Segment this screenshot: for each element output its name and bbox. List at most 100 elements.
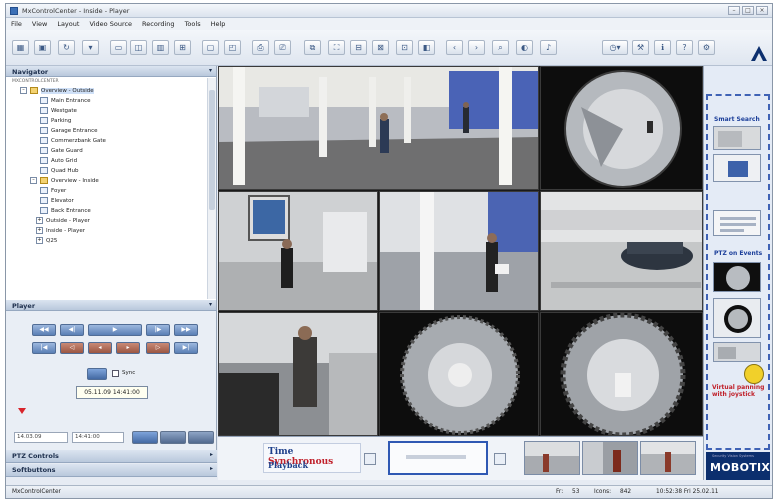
grid-3x3-icon[interactable]: ⊠ — [372, 40, 389, 55]
camera-grid-icon[interactable]: ▦ — [12, 40, 29, 55]
play-button[interactable]: ▶ — [88, 324, 142, 336]
refresh-icon[interactable]: ↻ — [58, 40, 75, 55]
nav-back-icon[interactable]: ‹ — [446, 40, 463, 55]
expand-icon[interactable]: + — [36, 227, 43, 234]
print-icon[interactable]: ⎚ — [274, 40, 291, 55]
help-icon[interactable]: ? — [676, 40, 693, 55]
expand-icon[interactable]: + — [36, 217, 43, 224]
tree-item[interactable]: Quad Hub — [40, 167, 79, 177]
tree-item[interactable]: + Q25 — [36, 237, 57, 247]
tree-item[interactable]: Westgate — [40, 107, 77, 117]
tree-item[interactable]: Garage Entrance — [40, 127, 98, 137]
maximize-button[interactable]: □ — [742, 6, 754, 15]
panel-pin-icon[interactable]: ▾ — [209, 67, 212, 74]
audio-icon[interactable]: ♪ — [540, 40, 557, 55]
tree-item[interactable]: Foyer — [40, 187, 66, 197]
camera-view-people[interactable] — [218, 312, 378, 436]
export-icon[interactable]: ⎙ — [252, 40, 269, 55]
zoom-timeline-icon[interactable] — [364, 453, 376, 465]
menu-video-source[interactable]: Video Source — [84, 18, 137, 28]
expand-icon[interactable]: + — [36, 237, 43, 244]
menu-help[interactable]: Help — [206, 18, 231, 28]
forward-fast-button[interactable]: ▶▶ — [174, 324, 198, 336]
zoom-in-button[interactable] — [132, 431, 158, 444]
sync-checkbox[interactable] — [112, 370, 119, 377]
zoom-reset-button[interactable] — [188, 431, 214, 444]
event-thumbnail[interactable] — [524, 441, 580, 475]
selected-event-frame[interactable] — [388, 441, 488, 475]
quad-view-icon[interactable]: ⊞ — [174, 40, 191, 55]
next-frame-button[interactable]: ▸ — [116, 342, 140, 354]
snapshot-icon[interactable]: ◧ — [418, 40, 435, 55]
window-icon[interactable]: ▢ — [202, 40, 219, 55]
timeline-marker-icon[interactable] — [18, 408, 26, 414]
camera-view-parking[interactable] — [540, 191, 703, 311]
event-list-thumbnail[interactable] — [713, 210, 761, 236]
virtual-ptz-thumbnail[interactable] — [713, 342, 761, 362]
camera-view-fisheye-1[interactable] — [540, 66, 703, 190]
tree-item[interactable]: + Inside - Player — [36, 227, 85, 237]
smart-search-thumbnail[interactable] — [713, 126, 761, 150]
recording-icon[interactable]: ▥ — [152, 40, 169, 55]
expand-panel-icon[interactable]: ▸ — [210, 465, 213, 472]
tree-item[interactable]: Elevator — [40, 197, 74, 207]
navigator-scrollbar[interactable] — [207, 78, 216, 299]
sync-toggle-button[interactable] — [87, 368, 107, 380]
tree-item[interactable]: – Overview - Inside — [30, 177, 99, 187]
menu-layout[interactable]: Layout — [52, 18, 84, 28]
next-event-button[interactable]: ▷ — [146, 342, 170, 354]
dropdown-arrow-icon[interactable]: ▾ — [82, 40, 99, 55]
camera-view-fisheye-3[interactable] — [540, 312, 703, 436]
camera-view-lobby[interactable] — [218, 66, 539, 190]
menu-recording[interactable]: Recording — [137, 18, 180, 28]
collapse-icon[interactable]: – — [30, 177, 37, 184]
full-screen-icon[interactable]: ⛶ — [328, 40, 345, 55]
previous-event-button[interactable]: ◁ — [60, 342, 84, 354]
ptz-thumbnail[interactable] — [713, 262, 761, 292]
menu-view[interactable]: View — [27, 18, 52, 28]
split-view-icon[interactable]: ◰ — [224, 40, 241, 55]
contrast-icon[interactable]: ◐ — [516, 40, 533, 55]
minimize-button[interactable]: – — [728, 6, 740, 15]
tree-item[interactable]: Commerzbank Gate — [40, 137, 106, 147]
menu-tools[interactable]: Tools — [180, 18, 206, 28]
scrollbar-thumb[interactable] — [209, 90, 215, 210]
tree-item[interactable]: Parking — [40, 117, 71, 127]
camera-view-hall[interactable] — [379, 191, 539, 311]
tree-item[interactable]: Gate Guard — [40, 147, 83, 157]
layout-icon[interactable]: ▣ — [34, 40, 51, 55]
tree-item[interactable]: + Outside - Player — [36, 217, 90, 227]
collapse-icon[interactable]: – — [20, 87, 27, 94]
bookmark-icon[interactable]: ⊡ — [396, 40, 413, 55]
monitor-icon[interactable]: ▭ — [110, 40, 127, 55]
step-forward-button[interactable]: |▶ — [146, 324, 170, 336]
info-icon[interactable]: ℹ — [654, 40, 671, 55]
event-thumbnail[interactable] — [582, 441, 638, 475]
rewind-fast-button[interactable]: ◀◀ — [32, 324, 56, 336]
tree-item[interactable]: – Overview - Outside — [20, 87, 94, 97]
ptz-controls-header[interactable]: PTZ Controls ▸ — [6, 450, 217, 463]
play-event-icon[interactable] — [494, 453, 506, 465]
camera-settings-thumbnail[interactable] — [713, 154, 761, 182]
step-back-button[interactable]: ◀| — [60, 324, 84, 336]
zoom-out-button[interactable] — [160, 431, 186, 444]
date-to-field[interactable]: 14:41:00 — [72, 432, 124, 443]
softbuttons-header[interactable]: Softbuttons ▸ — [6, 464, 217, 477]
jump-end-button[interactable]: ▶| — [174, 342, 198, 354]
expand-panel-icon[interactable]: ▸ — [210, 451, 213, 458]
panel-pin-icon[interactable]: ▾ — [209, 301, 212, 308]
tree-item[interactable]: Back Entrance — [40, 207, 91, 217]
tree-item[interactable]: Main Entrance — [40, 97, 91, 107]
network-icon[interactable]: ⚙ — [698, 40, 715, 55]
tree-item[interactable]: Auto Grid — [40, 157, 77, 167]
date-from-field[interactable]: 14.03.09 — [14, 432, 68, 443]
camera-view-fisheye-2[interactable] — [379, 312, 539, 436]
jump-start-button[interactable]: |◀ — [32, 342, 56, 354]
zoom-icon[interactable]: ⌕ — [492, 40, 509, 55]
clock-dropdown-icon[interactable]: ◷▾ — [602, 40, 628, 55]
sequence-icon[interactable]: ⧉ — [304, 40, 321, 55]
camera-view-foyer[interactable] — [218, 191, 378, 311]
menu-file[interactable]: File — [6, 18, 27, 28]
close-button[interactable]: × — [756, 6, 768, 15]
ptz-fisheye-thumbnail[interactable] — [713, 298, 761, 338]
